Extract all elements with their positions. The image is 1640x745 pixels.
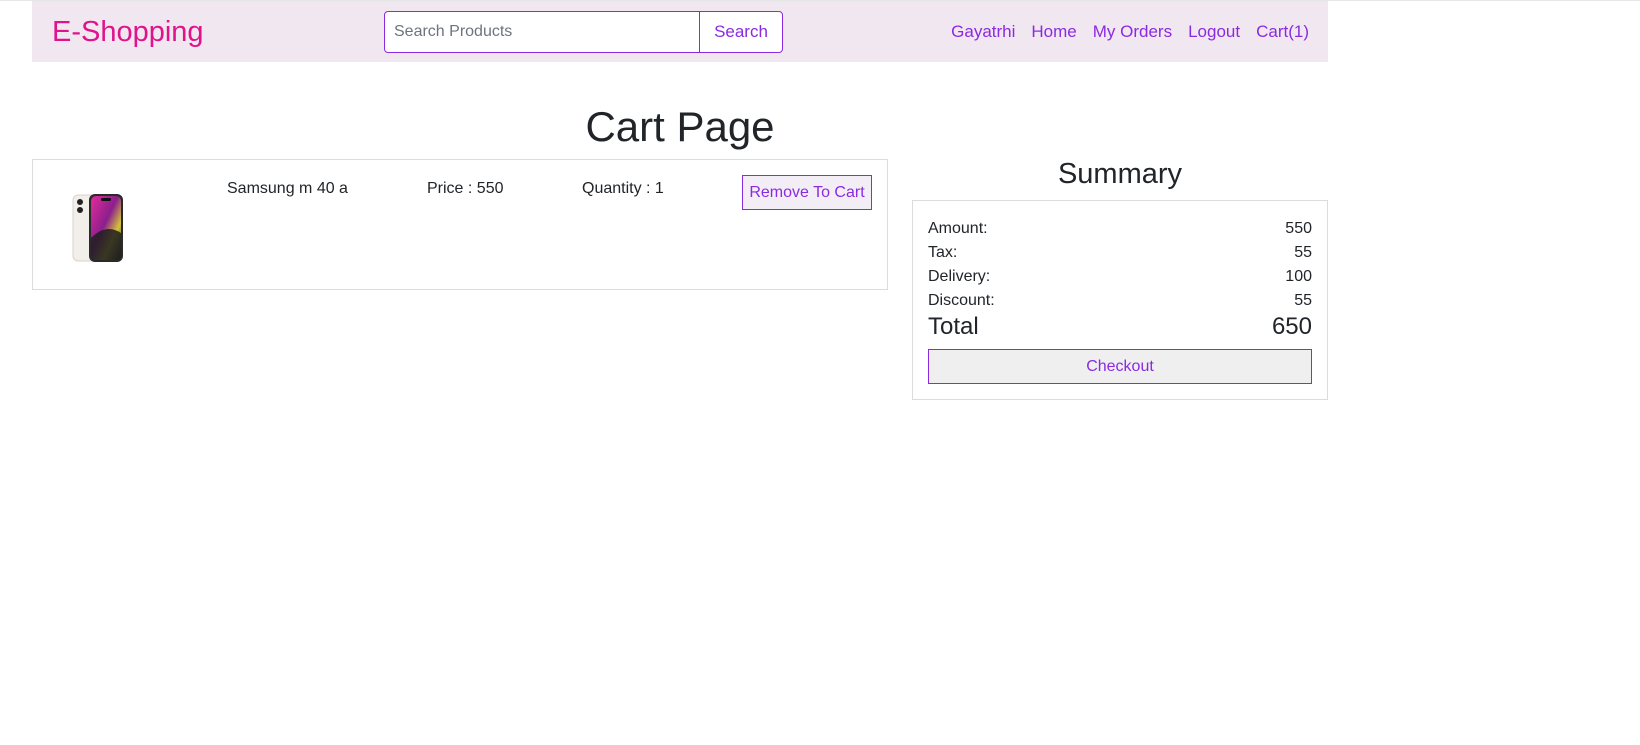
summary-row-discount: Discount: 55	[928, 291, 1312, 311]
product-price: Price : 550	[427, 180, 504, 197]
summary-row-amount: Amount: 550	[928, 219, 1312, 239]
product-name: Samsung m 40 a	[227, 180, 348, 197]
cart-item: Samsung m 40 a Price : 550 Quantity : 1 …	[32, 159, 888, 290]
nav-link-cart[interactable]: Cart(1)	[1256, 22, 1309, 42]
summary-label: Tax:	[928, 244, 958, 261]
navbar: E-Shopping Search Gayatrhi Home My Order…	[32, 1, 1328, 62]
total-label: Total	[928, 313, 979, 340]
product-quantity: Quantity : 1	[582, 180, 664, 197]
nav-link-logout[interactable]: Logout	[1188, 22, 1240, 42]
nav-link-my-orders[interactable]: My Orders	[1093, 22, 1172, 42]
summary-value: 55	[1294, 244, 1312, 261]
summary-panel: Amount: 550 Tax: 55 Delivery: 100 Discou…	[912, 200, 1328, 400]
search-button[interactable]: Search	[699, 11, 783, 53]
smartphone-icon	[72, 194, 123, 262]
summary-label: Discount:	[928, 292, 995, 309]
summary-value: 100	[1285, 268, 1312, 285]
summary-value: 550	[1285, 220, 1312, 237]
summary-row-tax: Tax: 55	[928, 243, 1312, 263]
remove-from-cart-button[interactable]: Remove To Cart	[742, 175, 872, 210]
checkout-button[interactable]: Checkout	[928, 349, 1312, 384]
nav-links: Gayatrhi Home My Orders Logout Cart(1)	[951, 22, 1309, 42]
brand-logo[interactable]: E-Shopping	[52, 15, 204, 49]
search-input[interactable]	[384, 11, 700, 53]
summary-title: Summary	[1057, 158, 1183, 190]
page-title: Cart Page	[585, 103, 775, 150]
nav-link-home[interactable]: Home	[1031, 22, 1076, 42]
summary-row-delivery: Delivery: 100	[928, 267, 1312, 287]
nav-link-user[interactable]: Gayatrhi	[951, 22, 1015, 42]
total-value: 650	[1271, 313, 1312, 340]
summary-value: 55	[1294, 292, 1312, 309]
summary-label: Amount:	[928, 220, 988, 237]
summary-label: Delivery:	[928, 268, 991, 285]
summary-row-total: Total 650	[928, 313, 1312, 341]
